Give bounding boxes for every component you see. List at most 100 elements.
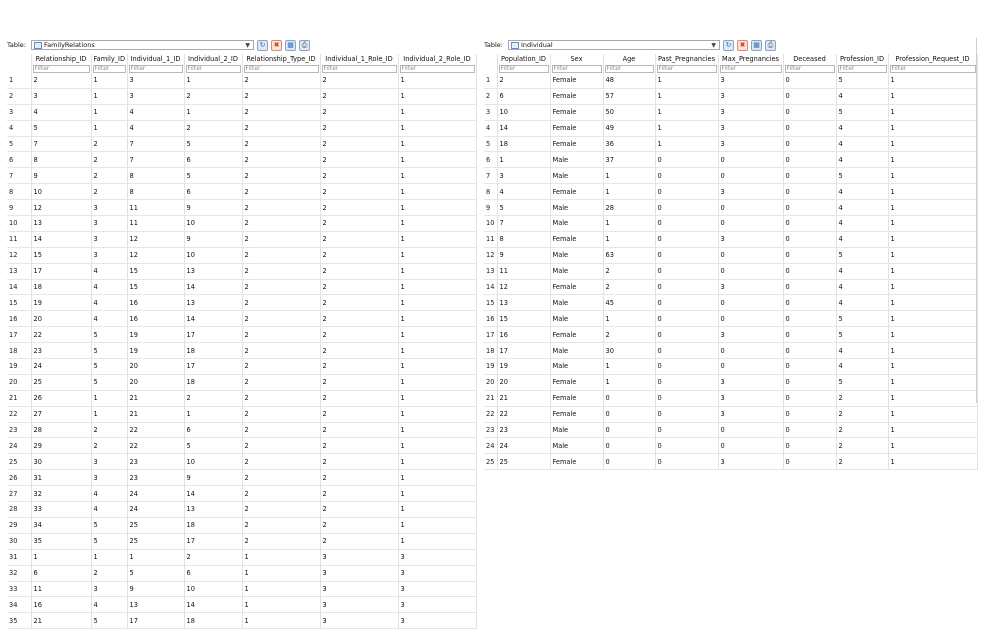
table-cell[interactable]: 8 [31,151,92,169]
table-cell[interactable]: 1 [398,533,477,550]
table-cell[interactable]: 1 [888,342,978,360]
table-cell[interactable]: 0 [783,183,837,201]
table-cell[interactable]: 17 [127,612,185,629]
table-cell[interactable]: 8 [127,167,185,185]
table-cell[interactable]: 3 [320,581,399,598]
table-cell[interactable]: 2 [320,215,399,232]
table-cell[interactable]: 4 [836,231,889,248]
table-cell[interactable]: 3 [398,612,477,629]
table-cell[interactable]: 3 [91,231,128,248]
table-cell[interactable]: Female [550,136,604,153]
table-cell[interactable]: 4 [91,596,128,614]
table-cell[interactable]: 1 [91,549,128,566]
table-cell[interactable]: 1 [398,215,477,232]
table-cell[interactable]: 2 [320,279,399,296]
table-row[interactable]: 7 3 Male 1 0 0 0 5 1 [484,167,978,185]
table-cell[interactable]: 1 [888,215,978,232]
table-cell[interactable]: 21 [31,612,92,629]
table-cell[interactable]: Female [550,279,604,296]
table-row[interactable]: 11 8 Female 1 0 3 0 4 1 [484,231,978,248]
table-cell[interactable]: 1 [184,104,243,121]
table-cell[interactable]: 1 [398,310,477,328]
table-cell[interactable]: 15 [127,263,185,280]
table-row[interactable]: 13 11 Male 2 0 0 0 4 1 [484,263,978,280]
table-cell[interactable]: 0 [783,167,837,185]
table-cell[interactable]: 1 [888,167,978,185]
table-cell[interactable]: 12 [127,247,185,264]
table-cell[interactable]: 24 [127,501,185,518]
table-cell[interactable]: 2 [320,167,399,185]
table-cell[interactable]: 1 [398,422,477,439]
table-cell[interactable]: 0 [718,215,784,232]
table-cell[interactable]: 2 [320,136,399,153]
table-cell[interactable]: 2 [242,247,321,264]
table-cell[interactable]: 0 [655,342,719,360]
table-cell[interactable]: 1 [398,485,477,503]
table-cell[interactable]: Female [550,88,604,105]
table-cell[interactable]: 1 [398,469,477,487]
table-cell[interactable]: 10 [31,183,92,201]
table-cell[interactable]: 0 [783,73,837,89]
table-cell[interactable]: 5 [497,199,551,217]
table-cell[interactable]: 1 [398,358,477,375]
table-cell[interactable]: 1 [655,88,719,105]
refresh-icon[interactable]: ↻ [257,39,268,51]
table-cell[interactable]: 3 [718,120,784,137]
table-cell[interactable]: 0 [655,437,719,455]
table-row[interactable]: 79285221 [7,167,477,185]
table-row[interactable]: 14 12 Female 2 0 3 0 4 1 [484,279,978,296]
table-cell[interactable]: Female [550,326,604,344]
table-cell[interactable]: 1 [398,517,477,534]
table-cell[interactable]: 3 [91,581,128,598]
table-cell[interactable]: 3 [127,73,185,89]
table-cell[interactable]: 22 [127,437,185,455]
table-select[interactable]: Individual ▼ [508,40,720,50]
table-cell[interactable]: 2 [91,167,128,185]
table-cell[interactable]: 3 [718,390,784,407]
table-row[interactable]: 2 6 Female 57 1 3 0 4 1 [484,88,978,105]
table-row[interactable]: 29 34 5 25 18 2 2 1 [7,517,477,534]
filter-input[interactable]: Filter [399,64,475,73]
filter-input[interactable]: Filter [243,64,319,73]
table-cell[interactable]: 2 [242,310,321,328]
table-cell[interactable]: 24 [127,485,185,503]
table-cell[interactable]: Female [550,104,604,121]
table-cell[interactable]: 10 [497,104,551,121]
table-cell[interactable]: Female [550,406,604,423]
table-cell[interactable]: 1 [888,231,978,248]
table-cell[interactable]: 4 [91,310,128,328]
table-row[interactable]: 31 1 1 1 2 1 3 3 [7,549,477,566]
table-row[interactable]: 12 15 3 12 10 2 2 1 [7,247,477,264]
table-cell[interactable]: 18 [184,342,243,360]
table-cell[interactable]: 1 [888,136,978,153]
table-cell[interactable]: 0 [718,167,784,185]
table-cell[interactable]: 0 [603,453,656,471]
table-cell[interactable]: Female [550,231,604,248]
table-cell[interactable]: 2 [184,88,243,105]
table-cell[interactable]: 4 [836,263,889,280]
filter-input[interactable]: Filter [889,64,976,73]
table-cell[interactable]: Male [550,310,604,328]
table-cell[interactable]: 1 [655,73,719,89]
table-cell[interactable]: 9 [127,581,185,598]
table-cell[interactable]: 0 [783,215,837,232]
table-cell[interactable]: 2 [242,437,321,455]
table-row[interactable]: 25 30 3 23 10 2 2 1 [7,453,477,471]
table-row[interactable]: 21 26 1 21 2 2 2 1 [7,390,477,407]
table-cell[interactable]: 0 [655,199,719,217]
filter-input[interactable]: Filter [837,64,887,73]
column-header[interactable]: Individual_2_ID [184,54,243,64]
table-cell[interactable]: 13 [184,294,243,312]
table-cell[interactable]: 2 [242,453,321,471]
table-cell[interactable]: 1 [242,549,321,566]
table-cell[interactable]: 2 [242,374,321,391]
table-cell[interactable]: 2 [836,422,889,439]
table-cell[interactable]: 0 [718,437,784,455]
table-cell[interactable]: 3 [127,88,185,105]
table-cell[interactable]: 17 [31,263,92,280]
table-cell[interactable]: 1 [91,88,128,105]
table-cell[interactable]: 12 [31,199,92,217]
table-cell[interactable]: 1 [398,199,477,217]
table-cell[interactable]: 5 [91,612,128,629]
table-cell[interactable]: 1 [888,390,978,407]
